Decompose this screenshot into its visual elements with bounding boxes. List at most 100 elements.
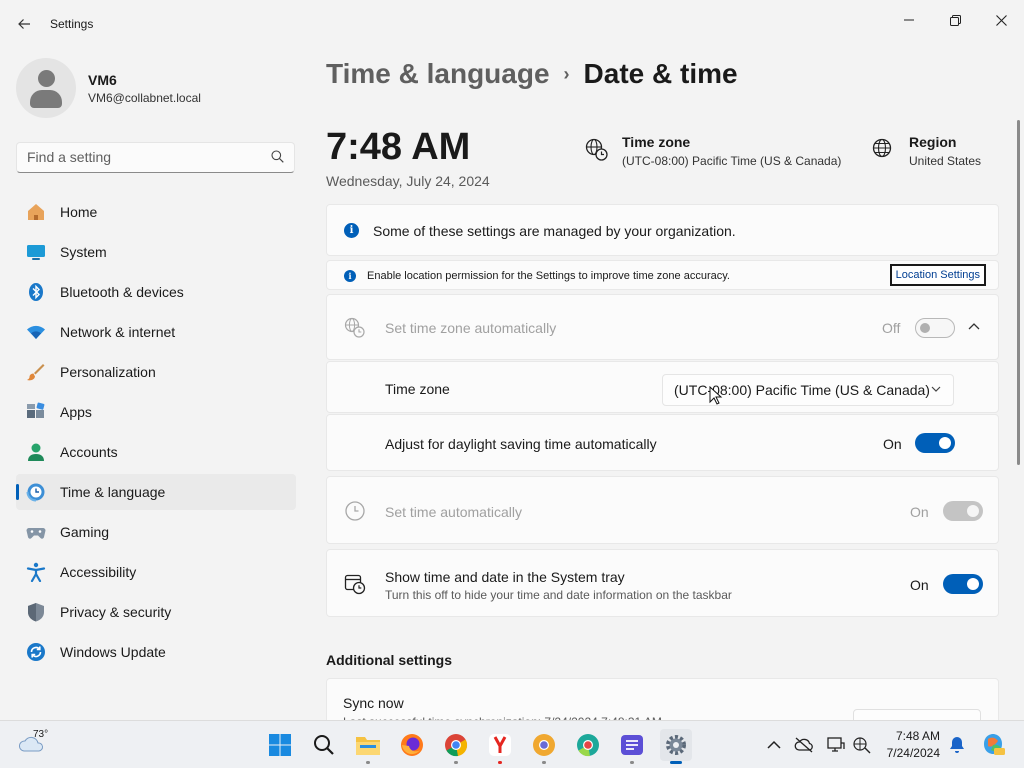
yandex-icon <box>489 734 511 756</box>
timezone-label: Time zone <box>385 381 450 397</box>
taskbar-chrome[interactable] <box>440 729 472 764</box>
tray-toggle[interactable] <box>943 574 983 594</box>
timezone-globe-icon <box>585 138 608 161</box>
sidebar-item-apps[interactable]: Apps <box>16 394 296 430</box>
sidebar-item-accounts[interactable]: Accounts <box>16 434 296 470</box>
scrollbar[interactable] <box>1017 120 1020 465</box>
mouse-cursor-icon <box>709 386 723 405</box>
accounts-icon <box>28 443 44 461</box>
brush-icon <box>27 364 45 381</box>
apps-icon <box>27 402 45 418</box>
current-date: Wednesday, July 24, 2024 <box>326 173 490 189</box>
home-icon <box>28 204 44 220</box>
minimize-button[interactable] <box>886 4 932 36</box>
auto-timezone-row: Set time zone automatically Off <box>326 294 999 360</box>
taskbar-chrome-canary[interactable] <box>528 729 560 764</box>
tray-row: Show time and date in the System tray Tu… <box>326 549 999 617</box>
sidebar-item-time-language[interactable]: Time & language <box>16 474 296 510</box>
dst-label: Adjust for daylight saving time automati… <box>385 436 657 452</box>
sidebar-item-gaming[interactable]: Gaming <box>16 514 296 550</box>
notification-bell-icon[interactable] <box>947 735 967 755</box>
chrome-dev-icon <box>577 734 599 757</box>
dst-row: Adjust for daylight saving time automati… <box>326 414 999 471</box>
timezone-summary-value: (UTC-08:00) Pacific Time (US & Canada) <box>622 154 842 168</box>
sidebar-item-label: Bluetooth & devices <box>60 284 184 300</box>
display-icon[interactable] <box>826 735 846 755</box>
back-button[interactable] <box>12 12 36 36</box>
sidebar-item-accessibility[interactable]: Accessibility <box>16 554 296 590</box>
tray-description: Turn this off to hide your time and date… <box>385 588 732 602</box>
breadcrumb-parent[interactable]: Time & language <box>326 58 550 89</box>
tray-time[interactable]: 7:48 AM <box>882 729 940 743</box>
taskbar-firefox[interactable] <box>396 729 428 761</box>
sidebar-item-windows-update[interactable]: Windows Update <box>16 634 296 670</box>
info-icon: i <box>344 223 359 238</box>
copilot-icon[interactable] <box>980 731 1006 757</box>
network-globe-icon[interactable] <box>852 735 872 755</box>
cloud-offline-icon[interactable] <box>794 735 814 755</box>
auto-time-toggle[interactable] <box>943 501 983 521</box>
managed-notice: i Some of these settings are managed by … <box>326 204 999 256</box>
close-icon <box>995 14 1007 26</box>
running-indicator <box>630 761 634 764</box>
sync-label: Sync now <box>343 695 404 711</box>
search-icon <box>314 735 334 755</box>
system-icon <box>27 245 45 260</box>
sidebar-item-label: Gaming <box>60 524 110 540</box>
windows-start-icon <box>269 734 291 756</box>
location-notice: i Enable location permission for the Set… <box>326 260 999 290</box>
sidebar-item-bluetooth[interactable]: Bluetooth & devices <box>16 274 296 310</box>
minimize-icon <box>904 19 914 21</box>
location-notice-text: Enable location permission for the Setti… <box>367 270 730 282</box>
sidebar-item-label: Personalization <box>60 364 156 380</box>
auto-timezone-toggle[interactable] <box>915 318 955 338</box>
app-title: Settings <box>50 17 94 31</box>
search-box[interactable] <box>16 142 295 173</box>
taskbar-search[interactable] <box>308 729 340 761</box>
breadcrumb-separator: › <box>563 64 570 84</box>
update-icon <box>27 643 45 661</box>
taskbar-app[interactable] <box>616 729 648 764</box>
sidebar-item-label: Time & language <box>60 484 166 500</box>
taskbar-file-explorer[interactable] <box>352 729 384 764</box>
sync-row: Sync now Last successful time synchroniz… <box>326 678 999 726</box>
auto-timezone-icon <box>344 317 365 338</box>
breadcrumb: Time & language › Date & time <box>326 58 738 90</box>
sidebar-item-personalization[interactable]: Personalization <box>16 354 296 390</box>
user-email: VM6@collabnet.local <box>88 91 201 105</box>
close-button[interactable] <box>978 4 1024 36</box>
region-globe-icon <box>872 138 892 158</box>
timezone-row: Time zone (UTC-08:00) Pacific Time (US &… <box>326 361 999 413</box>
location-settings-button[interactable]: Location Settings <box>889 264 986 286</box>
search-input[interactable] <box>27 149 262 165</box>
sidebar-item-system[interactable]: System <box>16 234 296 270</box>
chevron-up-icon[interactable] <box>764 735 784 755</box>
search-icon[interactable] <box>271 150 284 163</box>
maximize-button[interactable] <box>932 4 978 36</box>
sidebar-item-network[interactable]: Network & internet <box>16 314 296 350</box>
taskbar-start[interactable] <box>264 729 296 761</box>
file-explorer-icon <box>356 737 380 755</box>
sidebar-item-label: Accounts <box>60 444 118 460</box>
sidebar-item-home[interactable]: Home <box>16 194 296 230</box>
tray-label: Show time and date in the System tray <box>385 569 625 585</box>
timezone-dropdown[interactable]: (UTC-08:00) Pacific Time (US & Canada) <box>662 374 954 406</box>
dst-toggle[interactable] <box>915 433 955 453</box>
info-icon: i <box>344 270 356 282</box>
sidebar-nav: Home System Bluetooth & devices Network … <box>16 194 296 674</box>
timezone-summary-title: Time zone <box>622 134 691 150</box>
taskbar-chrome-dev[interactable] <box>572 729 604 761</box>
settings-icon <box>666 735 686 755</box>
app-icon <box>621 735 643 755</box>
avatar[interactable] <box>16 58 76 118</box>
running-indicator <box>454 761 458 764</box>
auto-time-label: Set time automatically <box>385 504 522 520</box>
chevron-up-icon[interactable] <box>968 322 980 330</box>
taskbar-yandex[interactable] <box>484 729 516 764</box>
taskbar-settings[interactable] <box>660 729 692 764</box>
page-title: Date & time <box>583 58 738 89</box>
clock-icon <box>345 501 365 521</box>
sidebar-item-privacy[interactable]: Privacy & security <box>16 594 296 630</box>
shield-icon <box>28 603 44 622</box>
tray-date[interactable]: 7/24/2024 <box>882 746 940 760</box>
